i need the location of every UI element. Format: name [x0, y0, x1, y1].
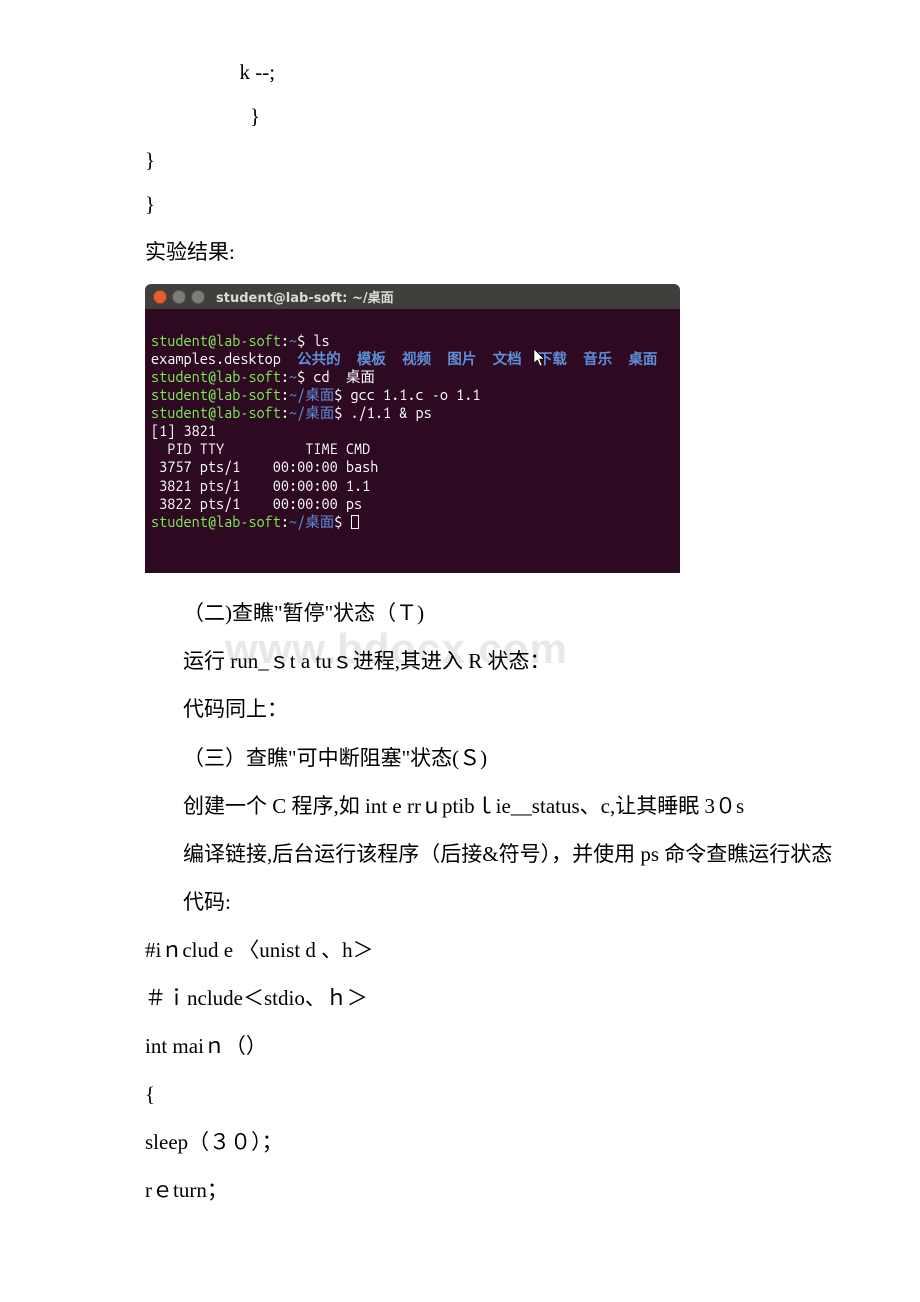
code-line: sleep（３０）；	[145, 1120, 800, 1164]
terminal-titlebar: student@lab-soft: ~/桌面	[145, 284, 680, 309]
cmd: gcc 1.1.c -o 1.1	[351, 386, 481, 403]
paragraph: 运行 run_ｓt a tuｓ进程,其进入 R 状态：	[145, 639, 800, 683]
prompt-user: student@lab-soft	[151, 332, 281, 349]
maximize-icon[interactable]	[191, 290, 205, 304]
section-heading: （二)查瞧"暂停"状态（Ｔ)	[145, 591, 800, 635]
code-line: }	[145, 138, 800, 182]
paragraph: 代码同上：	[145, 687, 800, 731]
terminal-body[interactable]: student@lab-soft:~$ ls examples.desktop …	[145, 309, 680, 573]
paragraph: 编译链接,后台运行该程序（后接&符号），并使用 ps 命令查瞧运行状态	[145, 832, 865, 876]
watermark-host: www.bdocx.com 运行 run_ｓt a tuｓ进程,其进入 R 状态…	[145, 639, 800, 683]
code-line: }	[145, 94, 800, 138]
minimize-icon[interactable]	[172, 290, 186, 304]
job-id: [1] 3821	[151, 422, 216, 439]
ls-dirs: 公共的 模板 视频 图片 文档 下载 音乐 桌面	[281, 350, 657, 367]
terminal-cursor	[351, 515, 359, 529]
terminal-window: student@lab-soft: ~/桌面 student@lab-soft:…	[145, 284, 680, 573]
cmd: cd 桌面	[313, 368, 374, 385]
code-line: {	[145, 1072, 800, 1116]
section-heading: （三）查瞧"可中断阻塞"状态(Ｓ)	[145, 736, 800, 780]
code-line: #iｎclud e 〈unist d 、h＞	[145, 928, 800, 972]
cmd: ls	[313, 332, 329, 349]
code-line: rｅturn；	[145, 1168, 800, 1212]
paragraph-block: 编译链接,后台运行该程序（后接&符号），并使用 ps 命令查瞧运行状态	[0, 832, 920, 876]
ps-row: 3821 pts/1 00:00:00 1.1	[151, 477, 370, 494]
prompt-path: ~	[289, 332, 297, 349]
result-label: 实验结果:	[145, 230, 800, 274]
code-line: }	[145, 182, 800, 226]
code-line: k --;	[145, 50, 800, 94]
ps-row: 3822 pts/1 00:00:00 ps	[151, 495, 362, 512]
ps-header: PID TTY TIME CMD	[151, 440, 370, 457]
code-line: int maiｎ（）	[145, 1024, 800, 1068]
ls-file: examples.desktop	[151, 350, 281, 367]
cmd: ./1.1 & ps	[351, 404, 432, 421]
page-content: k --; } } } 实验结果: student@lab-soft: ~/桌面…	[0, 50, 920, 828]
mouse-pointer-icon	[533, 311, 547, 331]
terminal-title: student@lab-soft: ~/桌面	[216, 287, 394, 306]
paragraph: 代码:	[145, 880, 800, 924]
code-line: ＃ｉnclude＜stdio、ｈ＞	[145, 976, 800, 1020]
close-icon[interactable]	[153, 290, 167, 304]
ps-row: 3757 pts/1 00:00:00 bash	[151, 458, 378, 475]
paragraph: 创建一个 C 程序,如 int e rrｕptibｌie__status、c,让…	[145, 784, 800, 828]
page-content-lower: 代码: #iｎclud e 〈unist d 、h＞ ＃ｉnclude＜stdi…	[0, 880, 920, 1213]
